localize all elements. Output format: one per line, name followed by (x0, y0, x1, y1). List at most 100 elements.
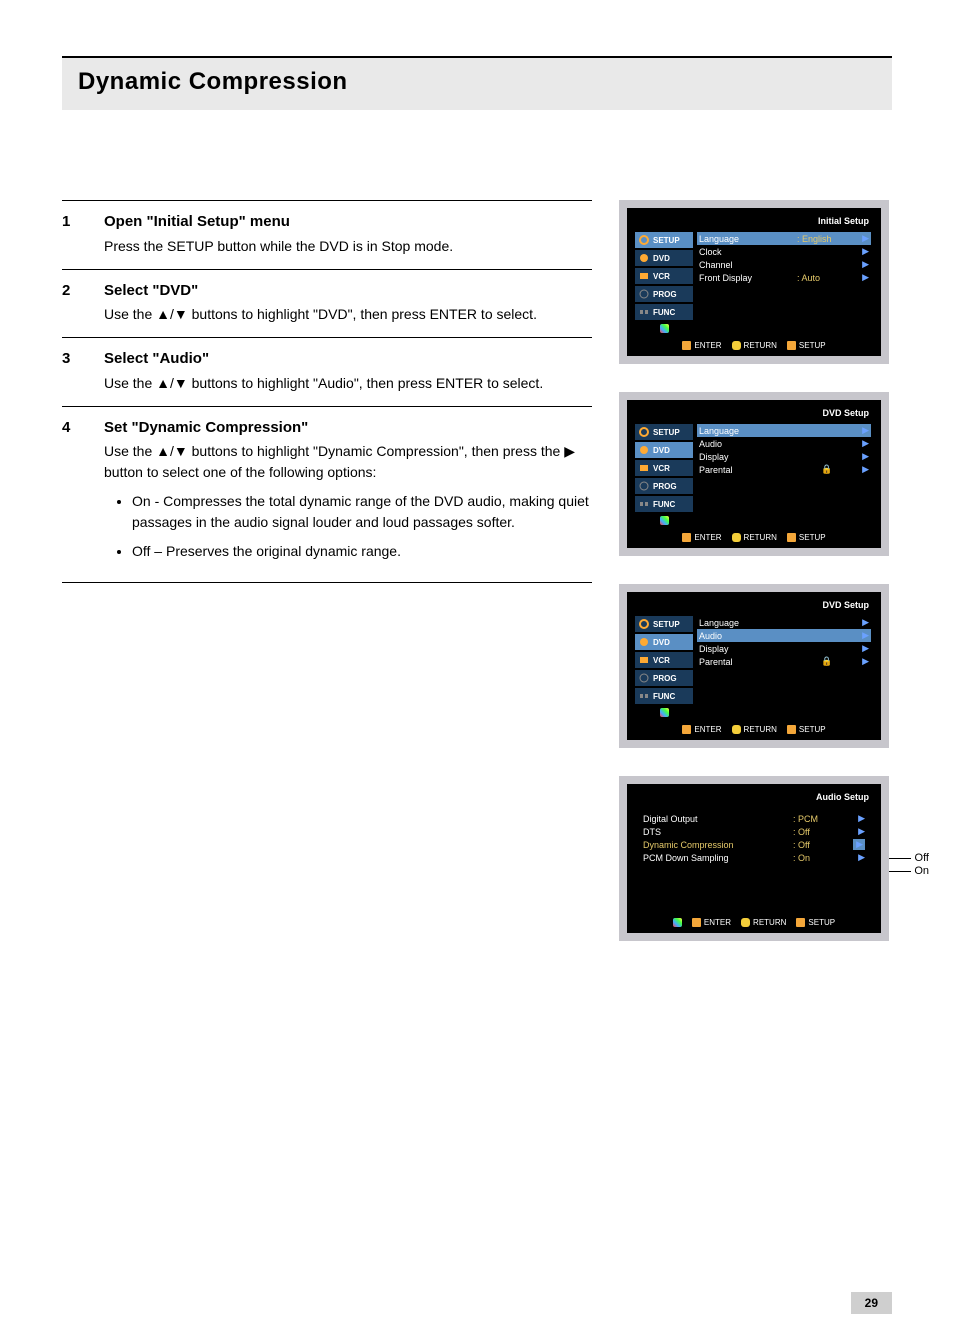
page-title: Dynamic Compression (78, 68, 876, 96)
disc-icon (638, 636, 650, 648)
tab-label: VCR (653, 272, 670, 281)
tab-joystick (635, 514, 693, 527)
lock-icon: 🔒 (797, 464, 857, 475)
slider-icon (638, 498, 650, 510)
setup-key-icon (787, 533, 796, 542)
side-label-off: Off (915, 852, 929, 864)
osd-row-pcm-down[interactable]: PCM Down Sampling: On▶ (641, 851, 867, 864)
tab-vcr[interactable]: VCR (635, 268, 693, 284)
footer-setup: SETUP (799, 533, 826, 542)
tab-label: SETUP (653, 236, 680, 245)
tab-label: SETUP (653, 620, 680, 629)
tab-prog[interactable]: PROG (635, 286, 693, 302)
footer-return: RETURN (744, 341, 777, 350)
tab-prog[interactable]: PROG (635, 670, 693, 686)
dpad-icon (660, 708, 669, 717)
tab-setup[interactable]: SETUP (635, 616, 693, 632)
setup-key-icon (787, 341, 796, 350)
tab-setup[interactable]: SETUP (635, 424, 693, 440)
step-2: 2 Select "DVD" Use the ▲/▼ buttons to hi… (62, 269, 592, 338)
osd-row-dynamic-compression[interactable]: Dynamic Compression: Off▶ (641, 838, 867, 851)
return-key-icon (732, 725, 741, 734)
footer-return: RETURN (744, 533, 777, 542)
osd-row-display[interactable]: Display▶ (697, 642, 871, 655)
pointer-line (889, 858, 911, 859)
step-heading: Select "DVD" (104, 280, 592, 303)
tape-icon (638, 270, 650, 282)
osd-title: DVD Setup (635, 406, 873, 424)
tab-dvd[interactable]: DVD (635, 250, 693, 266)
tab-label: VCR (653, 656, 670, 665)
page-number: 29 (851, 1292, 892, 1314)
return-key-icon (732, 533, 741, 542)
return-key-icon (732, 341, 741, 350)
chevron-right-icon: ▶ (857, 425, 869, 436)
osd-row-parental[interactable]: Parental🔒▶ (697, 655, 871, 668)
tab-label: FUNC (653, 500, 675, 509)
page-title-bar: Dynamic Compression (62, 56, 892, 110)
tab-label: FUNC (653, 692, 675, 701)
tape-icon (638, 654, 650, 666)
chevron-right-icon: ▶ (857, 451, 869, 462)
step-body-text: Use the ▲/▼ buttons to highlight "Audio"… (104, 373, 592, 394)
osd-row-channel[interactable]: Channel▶ (697, 258, 871, 271)
osd-initial-setup: Initial Setup SETUP DVD VCR PROG FUNC La… (619, 200, 889, 364)
gear-icon (638, 426, 650, 438)
osd-row-language[interactable]: Language: English▶ (697, 232, 871, 245)
osd-row-display[interactable]: Display▶ (697, 450, 871, 463)
setup-key-icon (787, 725, 796, 734)
osd-row-audio[interactable]: Audio▶ (697, 437, 871, 450)
footer-setup: SETUP (799, 725, 826, 734)
clock-icon (638, 288, 650, 300)
osd-row-clock[interactable]: Clock▶ (697, 245, 871, 258)
side-label-on: On (914, 865, 929, 877)
osd-footer: ENTER RETURN SETUP (635, 335, 873, 352)
gear-icon (638, 234, 650, 246)
step-body-text: Use the ▲/▼ buttons to highlight "DVD", … (104, 304, 592, 325)
step-number: 4 (62, 417, 86, 571)
tab-label: PROG (653, 674, 677, 683)
tab-vcr[interactable]: VCR (635, 460, 693, 476)
tab-prog[interactable]: PROG (635, 478, 693, 494)
disc-icon (638, 444, 650, 456)
tab-func[interactable]: FUNC (635, 688, 693, 704)
dpad-icon (660, 324, 669, 333)
enter-key-icon (692, 918, 701, 927)
tab-dvd[interactable]: DVD (635, 442, 693, 458)
step-4: 4 Set "Dynamic Compression" Use the ▲/▼ … (62, 406, 592, 583)
lock-icon: 🔒 (797, 656, 857, 667)
chevron-right-icon: ▶ (857, 643, 869, 654)
tab-label: DVD (653, 446, 670, 455)
footer-enter: ENTER (694, 533, 721, 542)
osd-row-language[interactable]: Language▶ (697, 616, 871, 629)
osd-row-dts[interactable]: DTS: Off▶ (641, 825, 867, 838)
osd-row-parental[interactable]: Parental🔒▶ (697, 463, 871, 476)
osd-column: Initial Setup SETUP DVD VCR PROG FUNC La… (616, 200, 892, 941)
chevron-right-icon: ▶ (857, 272, 869, 283)
osd-footer: ENTER RETURN SETUP (635, 912, 873, 929)
chevron-right-icon: ▶ (853, 826, 865, 837)
step-number: 1 (62, 211, 86, 257)
tab-func[interactable]: FUNC (635, 304, 693, 320)
tab-func[interactable]: FUNC (635, 496, 693, 512)
osd-dvd-setup-1: DVD Setup SETUP DVD VCR PROG FUNC Langua… (619, 392, 889, 556)
osd-row-audio[interactable]: Audio▶ (697, 629, 871, 642)
tab-vcr[interactable]: VCR (635, 652, 693, 668)
osd-row-language[interactable]: Language▶ (697, 424, 871, 437)
enter-key-icon (682, 725, 691, 734)
osd-row-front-display[interactable]: Front Display: Auto▶ (697, 271, 871, 284)
footer-setup: SETUP (799, 341, 826, 350)
tab-dvd[interactable]: DVD (635, 634, 693, 650)
tab-setup[interactable]: SETUP (635, 232, 693, 248)
bullet-on: On - Compresses the total dynamic range … (132, 491, 592, 533)
clock-icon (638, 480, 650, 492)
setup-key-icon (796, 918, 805, 927)
osd-row-digital-output[interactable]: Digital Output: PCM▶ (641, 812, 867, 825)
step-body-text: Use the ▲/▼ buttons to highlight "Dynami… (104, 441, 592, 483)
osd-title: DVD Setup (635, 598, 873, 616)
dpad-icon (673, 918, 682, 927)
chevron-right-icon: ▶ (857, 438, 869, 449)
tab-label: DVD (653, 254, 670, 263)
chevron-right-icon: ▶ (857, 233, 869, 244)
step-number: 2 (62, 280, 86, 326)
